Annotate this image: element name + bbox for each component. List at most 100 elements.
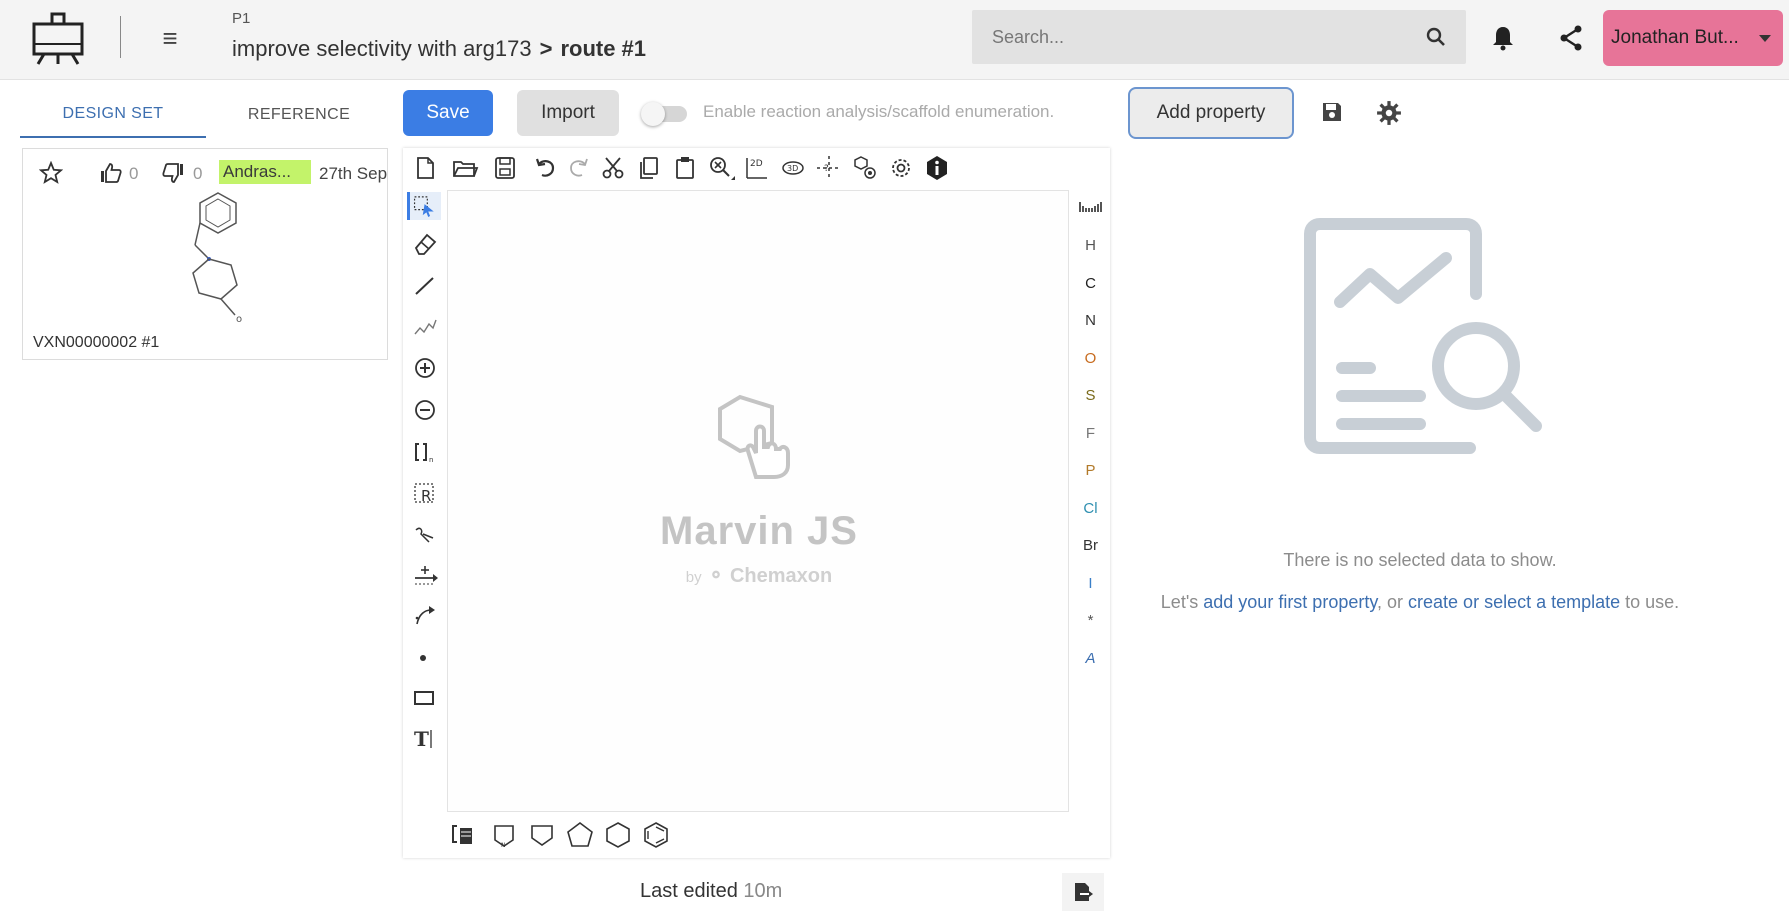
molecule-structure-image: o [192, 192, 242, 324]
last-edited-status: Last edited 10m [640, 880, 782, 903]
pyrrole-ring-icon[interactable]: N [489, 820, 519, 850]
r-group-icon[interactable]: R [411, 480, 439, 508]
svg-text:2D: 2D [750, 159, 763, 169]
share-icon[interactable] [1558, 24, 1584, 52]
cyclohexane-ring-icon[interactable] [603, 820, 633, 850]
author-tag: Andras... [219, 160, 311, 184]
thumbs-down-icon[interactable] [161, 161, 185, 185]
easel-logo-icon[interactable] [30, 10, 86, 66]
save-file-icon[interactable] [491, 154, 519, 182]
reaction-analysis-toggle[interactable] [641, 102, 691, 126]
atom-button-i[interactable]: I [1071, 570, 1110, 598]
empty-state-hint: Let's add your first property, or create… [1130, 592, 1710, 613]
rectangle-select-icon[interactable] [407, 192, 441, 220]
query-atom-icon[interactable]: ? [815, 154, 843, 182]
benzene-ring-icon[interactable] [641, 820, 671, 850]
add-property-button[interactable]: Add property [1128, 87, 1294, 139]
thumbs-up-icon[interactable] [99, 161, 123, 185]
notification-bell-icon[interactable] [1490, 24, 1516, 52]
zoom-clear-icon[interactable] [707, 154, 735, 182]
periodic-table-icon[interactable] [1071, 192, 1110, 220]
svg-text:N: N [501, 842, 506, 849]
rectangle-shape-icon[interactable] [411, 684, 439, 712]
chain-icon[interactable] [411, 312, 439, 340]
attachment-point-icon[interactable] [411, 520, 439, 548]
tab-reference[interactable]: REFERENCE [206, 92, 392, 138]
compound-card[interactable]: 0 0 Andras... 27th Sep o VXN00000002 #1 [22, 148, 388, 360]
user-name: Jonathan But... [1611, 27, 1739, 48]
aromatize-icon[interactable] [851, 154, 879, 182]
gear-icon[interactable] [1376, 100, 1402, 126]
like-count: 0 [129, 164, 139, 183]
project-code: P1 [232, 10, 251, 27]
electron-flow-arrow-icon[interactable] [411, 602, 439, 630]
eraser-icon[interactable] [411, 230, 439, 258]
cyclobutane-ring-icon[interactable] [527, 820, 557, 850]
editor-bottom-toolbar: N [447, 814, 1069, 854]
svg-text:?: ? [824, 164, 829, 174]
chemaxon-vendor-label: Chemaxon [729, 565, 833, 587]
open-folder-icon[interactable] [451, 154, 479, 182]
undo-icon[interactable] [531, 154, 559, 182]
settings-gear-icon[interactable] [887, 154, 915, 182]
atom-button-n[interactable]: N [1071, 307, 1110, 335]
cut-scissors-icon[interactable] [599, 154, 627, 182]
paste-icon[interactable] [671, 154, 699, 182]
new-document-icon[interactable] [411, 154, 439, 182]
copy-icon[interactable] [635, 154, 663, 182]
hint-middle: , or [1377, 592, 1409, 612]
cyclopentane-ring-icon[interactable] [565, 820, 595, 850]
atom-button-h[interactable]: H [1071, 232, 1110, 260]
search-input[interactable] [992, 10, 1412, 64]
route-title: route #1 [560, 36, 647, 61]
star-icon[interactable] [39, 161, 63, 185]
single-bond-icon[interactable] [411, 272, 439, 300]
redo-icon[interactable] [565, 154, 593, 182]
card-header: 0 0 Andras... 27th Sep [33, 160, 387, 185]
marvin-editor: 2D 3D ? n R T Marvin JS by ⚬ Chemaxon H … [403, 148, 1110, 858]
hamburger-menu-icon[interactable]: ≡ [152, 22, 188, 54]
import-button[interactable]: Import [517, 90, 619, 136]
reaction-arrow-icon[interactable] [411, 562, 439, 590]
floppy-save-icon[interactable] [1320, 100, 1344, 124]
atom-button-o[interactable]: O [1071, 345, 1110, 373]
atom-button-p[interactable]: P [1071, 457, 1110, 485]
toggle-label: Enable reaction analysis/scaffold enumer… [703, 102, 1055, 121]
save-button[interactable]: Save [403, 90, 493, 136]
atom-button-br[interactable]: Br [1071, 532, 1110, 560]
atom-button-f[interactable]: F [1071, 420, 1110, 448]
atom-button-s[interactable]: S [1071, 382, 1110, 410]
drawing-canvas[interactable]: Marvin JS by ⚬ Chemaxon [447, 190, 1069, 812]
search-icon[interactable] [1424, 25, 1448, 49]
empty-state-message: There is no selected data to show. [1283, 550, 1557, 570]
svg-text:3D: 3D [787, 164, 798, 173]
dislike-count: 0 [193, 164, 203, 183]
atom-button-cl[interactable]: Cl [1071, 495, 1110, 523]
select-template-link[interactable]: create or select a template [1408, 592, 1620, 612]
radical-dot-icon[interactable] [411, 644, 439, 672]
clean-2d-icon[interactable]: 2D [743, 154, 771, 182]
add-first-property-link[interactable]: add your first property [1203, 592, 1377, 612]
svg-text:T: T [414, 727, 429, 751]
atom-button-any[interactable]: * [1071, 607, 1110, 635]
header-divider [120, 16, 121, 58]
hint-suffix: to use. [1620, 592, 1680, 612]
project-title-link[interactable]: improve selectivity with arg173 [232, 36, 532, 61]
export-document-button[interactable] [1062, 873, 1104, 911]
text-tool-icon[interactable]: T [411, 724, 439, 752]
atom-button-a[interactable]: A [1071, 645, 1110, 673]
decrease-charge-icon[interactable] [411, 396, 439, 424]
template-library-icon[interactable] [449, 820, 479, 850]
clean-3d-icon[interactable]: 3D [779, 154, 807, 182]
marvin-hand-logo-icon [718, 394, 790, 479]
editor-top-toolbar: 2D 3D ? [403, 148, 1110, 188]
sgroup-bracket-icon[interactable]: n [411, 438, 439, 466]
user-menu-button[interactable]: Jonathan But... [1603, 10, 1783, 66]
chemaxon-watermark: by ⚬ Chemaxon [448, 563, 1070, 588]
svg-text:n: n [429, 456, 433, 464]
tab-design-set[interactable]: DESIGN SET [20, 92, 206, 138]
atom-palette: H C N O S F P Cl Br I * A [1071, 188, 1110, 808]
atom-button-c[interactable]: C [1071, 270, 1110, 298]
increase-charge-icon[interactable] [411, 354, 439, 382]
info-icon[interactable] [923, 154, 951, 182]
